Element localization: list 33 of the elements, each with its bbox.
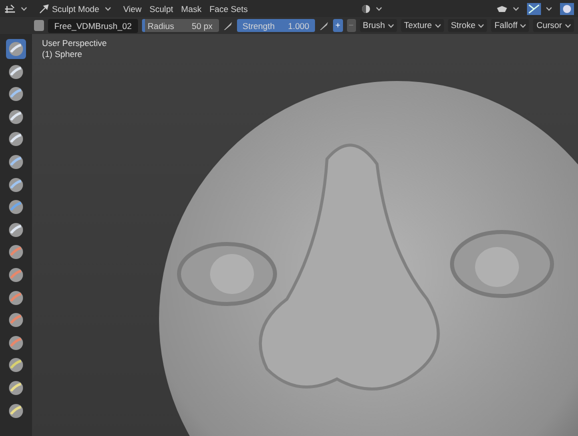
pressure-pen-icon[interactable] bbox=[222, 20, 233, 30]
radius-slider[interactable]: Radius 50 px bbox=[142, 19, 219, 32]
caret-icon[interactable] bbox=[105, 6, 112, 10]
dropdown-menu[interactable]: Cursor bbox=[533, 19, 574, 32]
overlay-icon[interactable] bbox=[560, 2, 574, 14]
dropdown-menu[interactable]: Stroke bbox=[448, 19, 488, 32]
caret-icon[interactable] bbox=[546, 6, 552, 10]
caret-icon bbox=[478, 24, 484, 28]
pressure-pen-icon[interactable] bbox=[319, 20, 330, 30]
caret-icon bbox=[388, 24, 394, 28]
brush-thumbnail[interactable] bbox=[34, 20, 44, 31]
caret-icon[interactable] bbox=[21, 6, 27, 10]
object-name: (1) Sphere bbox=[42, 49, 84, 60]
menu-item[interactable]: Mask bbox=[181, 4, 202, 14]
dropdown-menu[interactable]: Brush bbox=[360, 19, 398, 32]
caret-icon bbox=[434, 24, 441, 28]
dropdown-menu[interactable]: Texture bbox=[401, 19, 444, 32]
shading-icon[interactable] bbox=[361, 4, 372, 14]
brush-icon[interactable] bbox=[39, 4, 49, 14]
caret-icon[interactable] bbox=[376, 6, 382, 10]
brush-name-field[interactable]: Free_VDMBrush_02 bbox=[48, 18, 138, 32]
caret-icon[interactable] bbox=[513, 6, 519, 10]
caret-icon bbox=[520, 24, 526, 28]
direction-button[interactable]: + bbox=[333, 19, 343, 32]
gizmo-icon[interactable] bbox=[527, 2, 541, 14]
editor-type-icon[interactable] bbox=[4, 4, 16, 14]
mode-dropdown[interactable]: Sculpt Mode bbox=[52, 4, 100, 14]
menu-item[interactable]: View bbox=[123, 4, 142, 14]
view-name: User Perspective bbox=[42, 38, 107, 49]
dropdown-menu[interactable]: Falloff bbox=[491, 19, 530, 32]
menu-item[interactable]: Face Sets bbox=[209, 4, 248, 14]
caret-icon bbox=[564, 24, 571, 28]
menu-item[interactable]: Sculpt bbox=[150, 4, 174, 14]
